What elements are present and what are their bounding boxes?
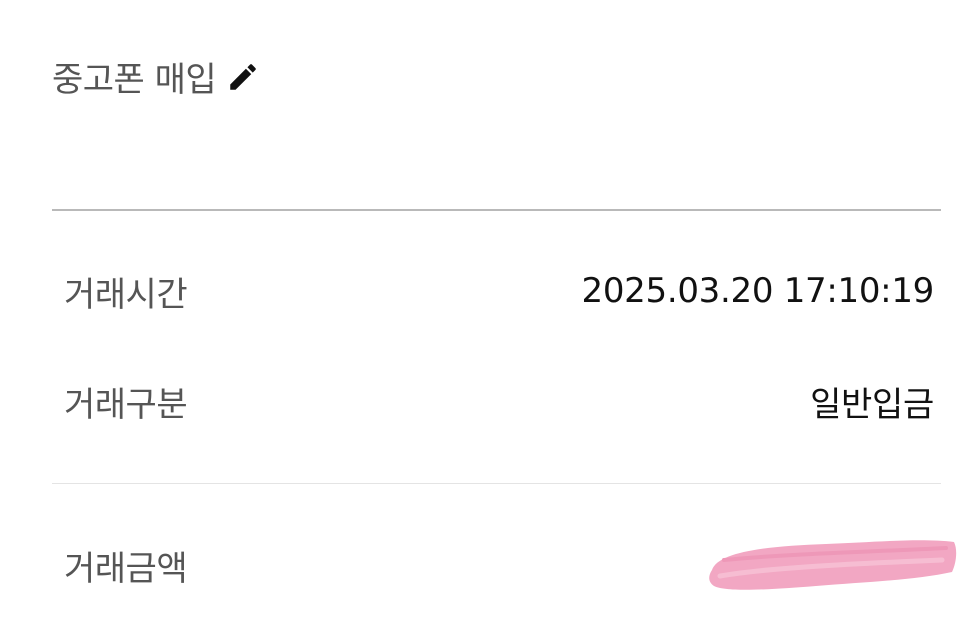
transaction-type-row: 거래구분 일반입금 [64, 376, 934, 426]
transaction-time-row: 거래시간 2025.03.20 17:10:19 [64, 266, 934, 316]
pencil-icon[interactable] [226, 60, 260, 94]
amount-redaction-mark [709, 540, 957, 590]
transaction-amount-label: 거래금액 [64, 548, 188, 589]
transaction-time-value: 2025.03.20 17:10:19 [581, 271, 935, 311]
row-divider [52, 483, 941, 484]
memo-label: 중고폰 매입 [52, 60, 217, 100]
transaction-type-value: 일반입금 [810, 384, 934, 425]
memo-row[interactable]: 중고폰 매입 [52, 52, 260, 101]
transaction-type-label: 거래구분 [64, 384, 188, 425]
section-divider [52, 209, 941, 211]
transaction-time-label: 거래시간 [64, 274, 188, 315]
